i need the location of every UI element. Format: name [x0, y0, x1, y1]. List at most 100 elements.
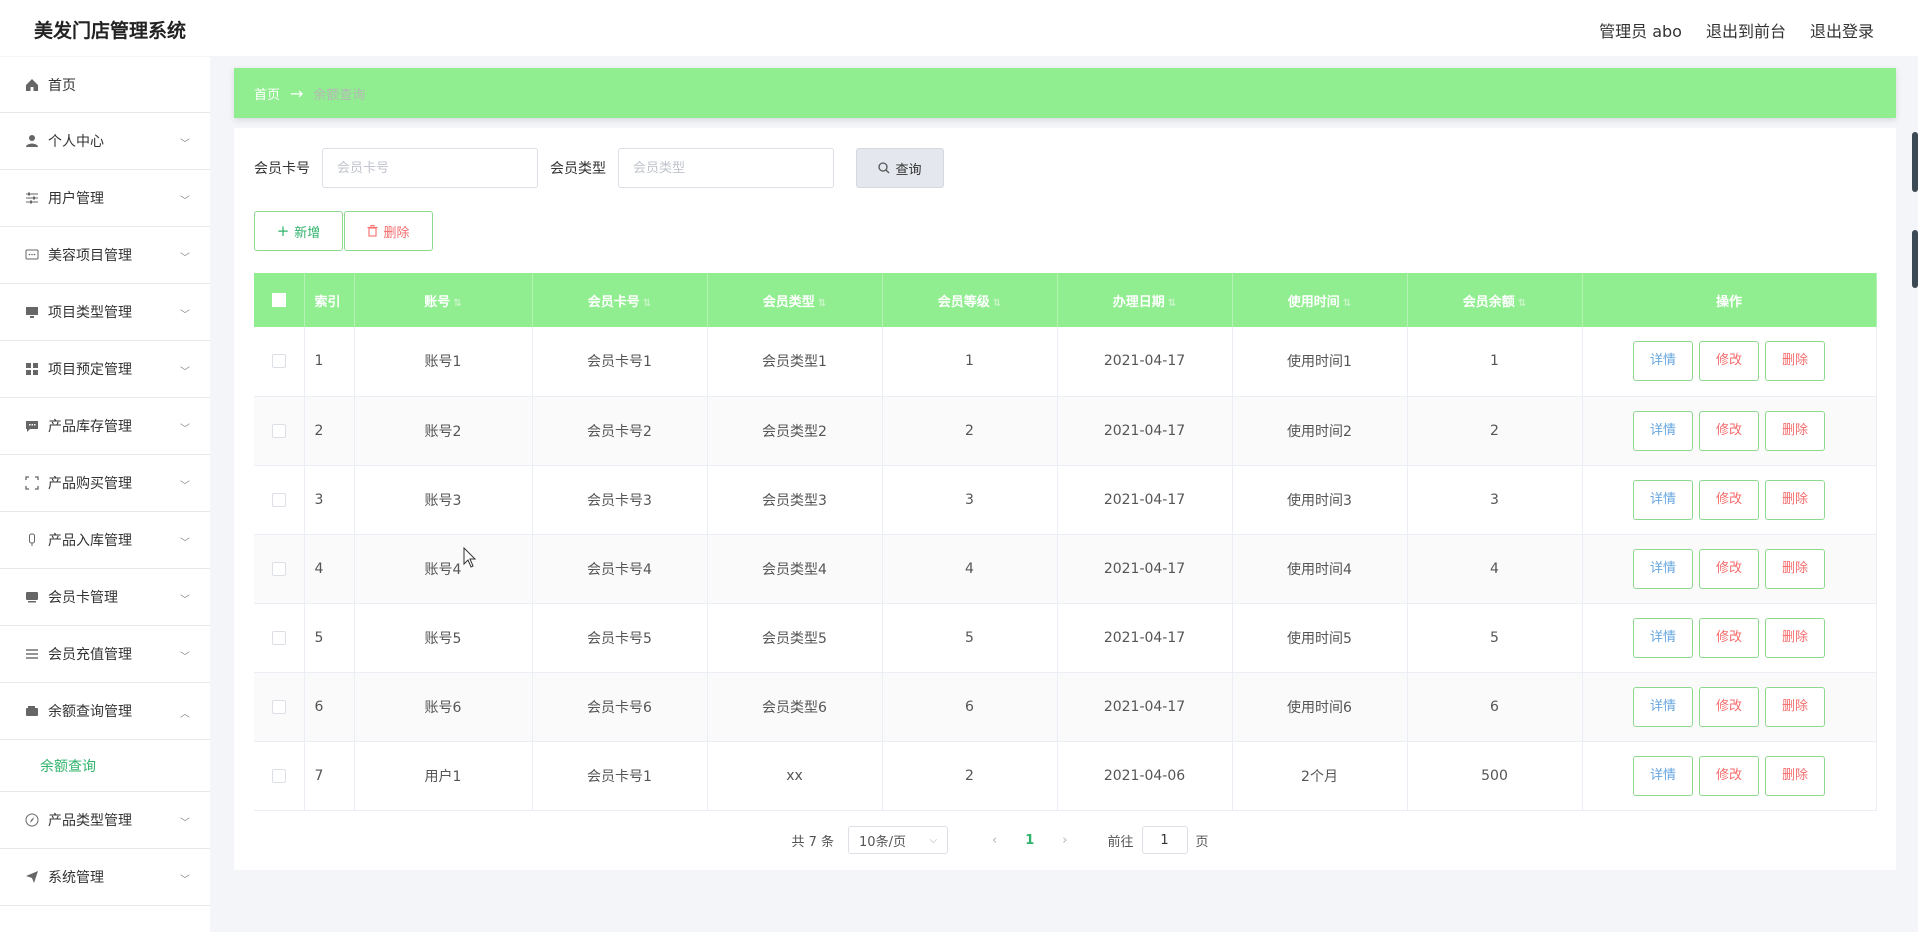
- header-select-all[interactable]: [254, 273, 305, 327]
- card-number-input[interactable]: [322, 148, 538, 188]
- sort-icon[interactable]: ⇅: [818, 298, 826, 309]
- cell-card-no: 会员卡号5: [532, 603, 708, 673]
- row-checkbox[interactable]: [271, 768, 286, 783]
- detail-button[interactable]: 详情: [1633, 617, 1693, 658]
- cell-card-no: 会员卡号2: [532, 396, 708, 466]
- add-button[interactable]: + 新增: [254, 211, 343, 251]
- query-button[interactable]: 查询: [856, 148, 944, 188]
- sort-icon[interactable]: ⇅: [643, 298, 651, 309]
- scrollbar-thumb-bottom[interactable]: [1912, 230, 1918, 288]
- sidebar-item-2[interactable]: 用户管理 ﹀: [0, 170, 210, 227]
- delete-button[interactable]: 删除: [1765, 686, 1825, 727]
- row-select-cell[interactable]: [254, 603, 305, 673]
- next-page-icon[interactable]: ›: [1062, 833, 1067, 848]
- card-icon: [24, 589, 40, 605]
- logout-link[interactable]: 退出登录: [1810, 18, 1874, 42]
- row-checkbox[interactable]: [271, 423, 286, 438]
- admin-user-link[interactable]: 管理员 abo: [1599, 18, 1682, 42]
- edit-button[interactable]: 修改: [1699, 341, 1759, 382]
- delete-button[interactable]: 删除: [1765, 341, 1825, 382]
- sort-icon[interactable]: ⇅: [1518, 298, 1526, 309]
- batch-delete-button[interactable]: 删除: [344, 211, 433, 251]
- row-select-cell[interactable]: [254, 396, 305, 466]
- sort-icon[interactable]: ⇅: [453, 298, 461, 309]
- delete-button[interactable]: 删除: [1765, 479, 1825, 520]
- row-checkbox[interactable]: [271, 354, 286, 369]
- card-type-input[interactable]: [618, 148, 834, 188]
- cell-card-type: 会员类型5: [707, 603, 883, 673]
- sidebar-item-1[interactable]: 个人中心 ﹀: [0, 113, 210, 170]
- cell-balance: 2: [1407, 396, 1583, 466]
- row-checkbox[interactable]: [271, 630, 286, 645]
- page-number-current[interactable]: 1: [1025, 833, 1034, 848]
- detail-button[interactable]: 详情: [1633, 341, 1693, 382]
- edit-button[interactable]: 修改: [1699, 755, 1759, 796]
- compass-icon: [24, 812, 40, 828]
- detail-button[interactable]: 详情: [1633, 410, 1693, 451]
- row-select-cell[interactable]: [254, 327, 305, 397]
- edit-button[interactable]: 修改: [1699, 686, 1759, 727]
- row-select-cell[interactable]: [254, 534, 305, 604]
- monitor-icon: [24, 304, 40, 320]
- prev-page-icon[interactable]: ‹: [992, 833, 997, 848]
- delete-button[interactable]: 删除: [1765, 548, 1825, 589]
- delete-button[interactable]: 删除: [1765, 755, 1825, 796]
- back-to-front-link[interactable]: 退出到前台: [1706, 18, 1786, 42]
- detail-button[interactable]: 详情: [1633, 686, 1693, 727]
- sidebar-item-8[interactable]: 产品入库管理 ﹀: [0, 512, 210, 569]
- sidebar-subitem-balance-query[interactable]: 余额查询: [0, 740, 210, 792]
- row-checkbox[interactable]: [271, 492, 286, 507]
- page-size-select[interactable]: 10条/页 ⌵: [848, 826, 949, 854]
- header-card-no[interactable]: 会员卡号 ⇅: [532, 273, 708, 327]
- detail-button[interactable]: 详情: [1633, 755, 1693, 796]
- delete-button[interactable]: 删除: [1765, 410, 1825, 451]
- cell-card-no: 会员卡号1: [532, 327, 708, 397]
- sidebar-item-6[interactable]: 产品库存管理 ﹀: [0, 398, 210, 455]
- header-date[interactable]: 办理日期 ⇅: [1057, 273, 1233, 327]
- header-level[interactable]: 会员等级 ⇅: [882, 273, 1058, 327]
- header-card-type[interactable]: 会员类型 ⇅: [707, 273, 883, 327]
- sliders-icon: [24, 190, 40, 206]
- chevron-down-icon: ﹀: [180, 367, 190, 378]
- card-number-label: 会员卡号: [254, 161, 310, 177]
- detail-button[interactable]: 详情: [1633, 548, 1693, 589]
- row-select-cell[interactable]: [254, 672, 305, 742]
- sidebar-item-11[interactable]: 余额查询管理 ︿: [0, 683, 210, 740]
- detail-button[interactable]: 详情: [1633, 479, 1693, 520]
- sort-icon[interactable]: ⇅: [1343, 298, 1351, 309]
- sidebar-item-4[interactable]: 项目类型管理 ﹀: [0, 284, 210, 341]
- row-select-cell[interactable]: [254, 465, 305, 535]
- sidebar-item-10[interactable]: 会员充值管理 ﹀: [0, 626, 210, 683]
- edit-button[interactable]: 修改: [1699, 617, 1759, 658]
- header-account[interactable]: 账号 ⇅: [354, 273, 533, 327]
- scrollbar-thumb-top[interactable]: [1912, 132, 1918, 192]
- header-use-time[interactable]: 使用时间 ⇅: [1232, 273, 1408, 327]
- row-select-cell[interactable]: [254, 741, 305, 811]
- sidebar-item-5[interactable]: 项目预定管理 ﹀: [0, 341, 210, 398]
- sort-icon[interactable]: ⇅: [993, 298, 1001, 309]
- goto-page-input[interactable]: [1141, 826, 1188, 854]
- sidebar-item-3[interactable]: 美容项目管理 ﹀: [0, 227, 210, 284]
- edit-button[interactable]: 修改: [1699, 410, 1759, 451]
- goto-prefix: 前往: [1107, 834, 1134, 850]
- sidebar-item-9[interactable]: 会员卡管理 ﹀: [0, 569, 210, 626]
- cell-level: 2: [882, 741, 1058, 811]
- cell-use-time: 使用时间2: [1232, 396, 1408, 466]
- sidebar-item-7[interactable]: 产品购买管理 ﹀: [0, 455, 210, 512]
- sidebar-item-after-1[interactable]: 系统管理 ﹀: [0, 849, 210, 906]
- row-checkbox[interactable]: [271, 561, 286, 576]
- chevron-down-icon: ﹀: [180, 196, 190, 207]
- sidebar-item-0[interactable]: 首页: [0, 57, 210, 113]
- cell-date: 2021-04-17: [1057, 465, 1233, 535]
- cell-index: 4: [304, 534, 355, 604]
- edit-button[interactable]: 修改: [1699, 479, 1759, 520]
- select-all-checkbox[interactable]: [271, 293, 286, 307]
- header-balance[interactable]: 会员余额 ⇅: [1407, 273, 1583, 327]
- breadcrumb-home[interactable]: 首页: [254, 84, 280, 103]
- row-checkbox[interactable]: [271, 699, 286, 714]
- delete-button[interactable]: 删除: [1765, 617, 1825, 658]
- sidebar-item-label: 会员充值管理: [48, 647, 132, 663]
- chevron-down-icon: ﹀: [180, 481, 190, 492]
- edit-button[interactable]: 修改: [1699, 548, 1759, 589]
- sort-icon[interactable]: ⇅: [1168, 298, 1176, 309]
